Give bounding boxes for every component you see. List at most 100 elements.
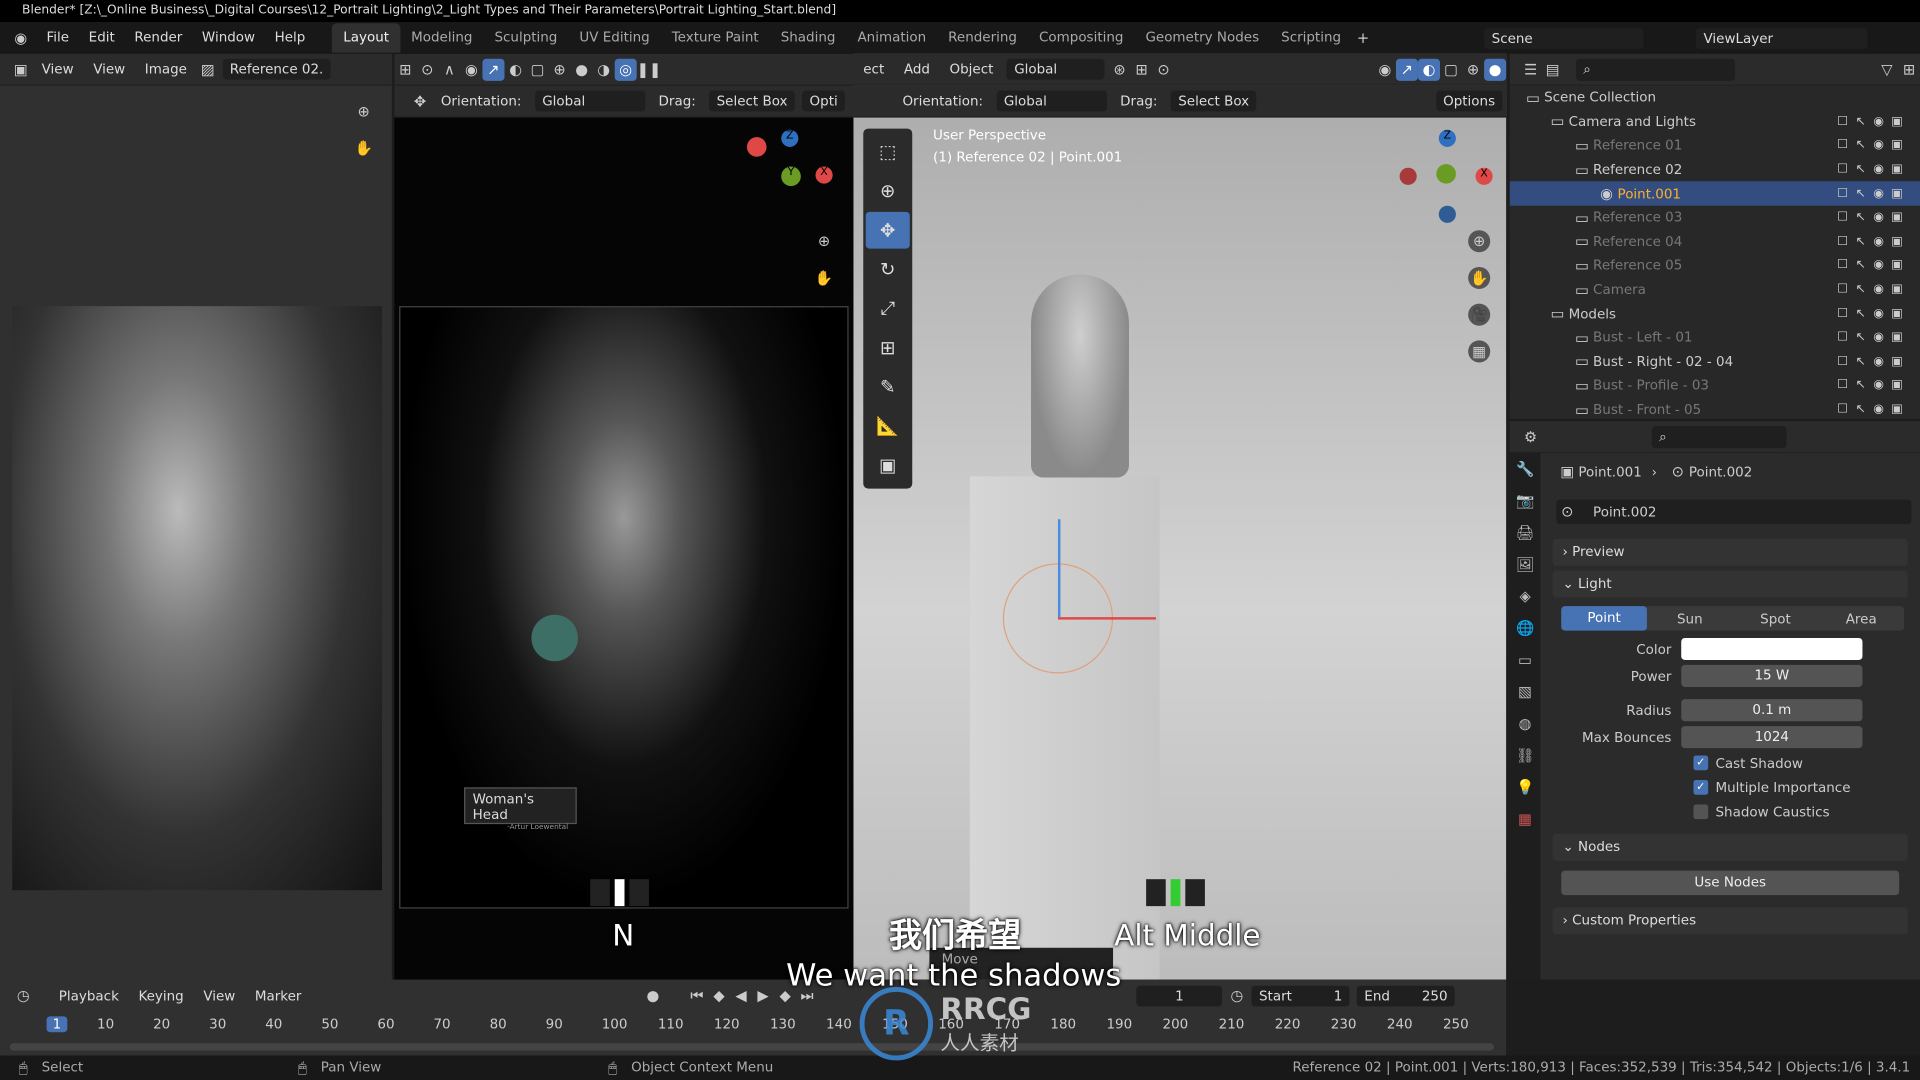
menu-add[interactable]: Add xyxy=(896,59,937,80)
tab-animation[interactable]: Animation xyxy=(846,23,937,52)
tab-modeling[interactable]: Modeling xyxy=(400,23,483,52)
axis-x-neg-gizmo[interactable] xyxy=(746,137,767,157)
xray-icon[interactable]: ▢ xyxy=(1440,58,1462,80)
end-frame-field[interactable]: End 250 xyxy=(1356,985,1455,1006)
outliner-item[interactable]: ▭ Bust - Left - 01 ☐↖◉▣ xyxy=(1510,326,1920,350)
material-shading-icon[interactable]: ◑ xyxy=(593,58,615,80)
visibility-toggles[interactable]: ☐↖◉▣ xyxy=(1837,211,1910,224)
visibility-toggles[interactable]: ☐↖◉▣ xyxy=(1837,115,1910,128)
axis-x-gizmo[interactable]: X xyxy=(1475,167,1493,185)
radius-field[interactable]: 0.1 m xyxy=(1681,699,1863,722)
color-swatch[interactable] xyxy=(1681,637,1863,661)
menu-edit[interactable]: Edit xyxy=(79,22,125,54)
options-dropdown[interactable]: Opti xyxy=(802,90,846,112)
ortho-grid-icon[interactable]: ▦ xyxy=(1468,340,1491,363)
visibility-toggles[interactable]: ☐↖◉▣ xyxy=(1837,187,1910,200)
cursor-tool-icon[interactable]: ⊕ xyxy=(866,173,910,210)
tab-geometry-nodes[interactable]: Geometry Nodes xyxy=(1134,23,1270,52)
select-box-tool-icon[interactable]: ⬚ xyxy=(866,133,910,170)
transform-orientation-dropdown[interactable]: Global xyxy=(1006,58,1105,80)
zoom-icon[interactable]: ⊕ xyxy=(813,230,835,252)
editor-type-icon[interactable]: ▣ xyxy=(10,58,32,80)
menu-help[interactable]: Help xyxy=(265,22,315,54)
tab-uv-editing[interactable]: UV Editing xyxy=(568,23,660,52)
light-datablock-field[interactable]: ⊙ Point.002 xyxy=(1556,499,1912,525)
outliner-item[interactable]: ▭ Bust - Profile - 03 ☐↖◉▣ xyxy=(1510,374,1920,398)
tab-shading[interactable]: Shading xyxy=(770,23,847,52)
proportional-icon[interactable]: ⊙ xyxy=(1153,58,1175,80)
orientation-dropdown[interactable]: Global xyxy=(996,90,1107,112)
display-mode-icon[interactable]: ▤ xyxy=(1542,58,1564,80)
checkbox-box[interactable] xyxy=(1693,804,1709,820)
editor-type-icon[interactable]: ⚙ xyxy=(1520,426,1542,448)
menu-keying[interactable]: Keying xyxy=(131,985,191,1006)
view-layer-tab-icon[interactable]: 🖼 xyxy=(1510,549,1541,581)
axis-z-gizmo[interactable]: Z xyxy=(781,129,799,147)
falloff-icon[interactable]: ∧ xyxy=(438,58,460,80)
orientation-dropdown[interactable]: Global xyxy=(534,90,646,112)
menu-window[interactable]: Window xyxy=(192,22,265,54)
menu-playback[interactable]: Playback xyxy=(51,985,126,1006)
axis-y-gizmo[interactable]: Y xyxy=(781,166,801,187)
rotate-tool-icon[interactable]: ↻ xyxy=(866,251,910,288)
hand-pan-icon[interactable]: ✋ xyxy=(1468,266,1491,289)
datablock-name[interactable]: Point.002 xyxy=(1593,504,1656,520)
rendered-shading-icon[interactable]: ◎ xyxy=(614,58,637,81)
visibility-toggles[interactable]: ☐↖◉▣ xyxy=(1837,403,1910,416)
editor-type-icon[interactable]: ◷ xyxy=(12,984,34,1006)
outliner-item[interactable]: ▭ Bust - Right - 02 - 04 ☐↖◉▣ xyxy=(1510,350,1920,374)
start-frame-field[interactable]: Start 1 xyxy=(1251,985,1350,1006)
tab-scripting[interactable]: Scripting xyxy=(1270,23,1352,52)
new-collection-icon[interactable]: ⊞ xyxy=(1898,58,1920,80)
overlay-icon[interactable]: ◐ xyxy=(504,58,526,80)
play-icon[interactable]: ▶ xyxy=(752,984,774,1006)
visibility-toggles[interactable]: ☐↖◉▣ xyxy=(1837,331,1910,344)
visibility-toggles[interactable]: ☐↖◉▣ xyxy=(1837,355,1910,368)
max-bounces-field[interactable]: 1024 xyxy=(1681,726,1863,749)
scale-tool-icon[interactable]: ⤢ xyxy=(866,290,910,327)
menu-file[interactable]: File xyxy=(37,22,79,54)
outliner-item[interactable]: ◉ Point.001 ☐↖◉▣ xyxy=(1509,181,1920,206)
visibility-toggles[interactable]: ☐↖◉▣ xyxy=(1837,379,1910,392)
menu-image[interactable]: Image xyxy=(137,59,194,80)
outliner-item[interactable]: ▭ Bust - Front - 05 ☐↖◉▣ xyxy=(1510,398,1920,422)
outliner-item[interactable]: ▭ Reference 05 ☐↖◉▣ xyxy=(1510,254,1920,278)
preview-range-icon[interactable]: ◷ xyxy=(1226,984,1248,1006)
pivot-icon[interactable]: ⊛ xyxy=(1108,58,1130,80)
visibility-toggles[interactable]: ☐↖◉▣ xyxy=(1837,283,1910,296)
zoom-icon[interactable]: ⊕ xyxy=(353,100,375,122)
visibility-icon[interactable]: ◉ xyxy=(460,58,482,80)
wireframe-shading-icon[interactable]: ⊕ xyxy=(1462,58,1484,80)
use-nodes-button[interactable]: Use Nodes xyxy=(1561,870,1900,896)
image-name-field[interactable]: Reference 02. xyxy=(222,58,331,80)
outliner-item[interactable]: ▭ Reference 01 ☐↖◉▣ xyxy=(1510,134,1920,158)
tab-sculpting[interactable]: Sculpting xyxy=(483,23,568,52)
measure-tool-icon[interactable]: 📐 xyxy=(866,408,910,445)
snap-icon[interactable]: ⊞ xyxy=(394,58,416,80)
multiple-importance-checkbox[interactable]: ✓ Multiple Importance xyxy=(1510,775,1920,799)
panel-preview[interactable]: › Preview xyxy=(1552,538,1908,566)
axis-x-gizmo[interactable]: X xyxy=(815,166,833,184)
tab-rendering[interactable]: Rendering xyxy=(937,23,1028,52)
menu-view[interactable]: View xyxy=(196,985,243,1006)
outliner-item[interactable]: ▭ Models ☐↖◉▣ xyxy=(1510,302,1920,326)
add-cube-tool-icon[interactable]: ▣ xyxy=(866,447,910,484)
cast-shadow-checkbox[interactable]: ✓ Cast Shadow xyxy=(1510,751,1920,775)
power-field[interactable]: 15 W xyxy=(1681,664,1863,687)
image-browse-icon[interactable]: ▨ xyxy=(197,58,219,80)
drag-dropdown[interactable]: Select Box xyxy=(709,90,795,112)
proportional-icon[interactable]: ⊙ xyxy=(416,58,438,80)
outliner-item[interactable]: ▭ Camera and Lights ☐↖◉▣ xyxy=(1510,110,1920,134)
light-type-sun[interactable]: Sun xyxy=(1647,610,1733,626)
visibility-toggles[interactable]: ☐↖◉▣ xyxy=(1837,163,1910,176)
blender-logo-icon[interactable]: ◉ xyxy=(10,27,32,49)
outliner-search-input[interactable]: ⌕ xyxy=(1575,58,1736,81)
check-icon[interactable]: ✓ xyxy=(1693,755,1709,771)
outliner-item[interactable]: ▭ Reference 04 ☐↖◉▣ xyxy=(1510,230,1920,254)
xray-icon[interactable]: ▢ xyxy=(527,58,549,80)
output-tab-icon[interactable]: 🖨 xyxy=(1510,517,1541,549)
outliner-item[interactable]: ▭ Reference 03 ☐↖◉▣ xyxy=(1510,206,1920,230)
render-tab-icon[interactable]: 📷 xyxy=(1510,485,1541,517)
zoom-icon[interactable]: ⊕ xyxy=(1468,230,1491,253)
hand-pan-icon[interactable]: ✋ xyxy=(353,137,375,159)
